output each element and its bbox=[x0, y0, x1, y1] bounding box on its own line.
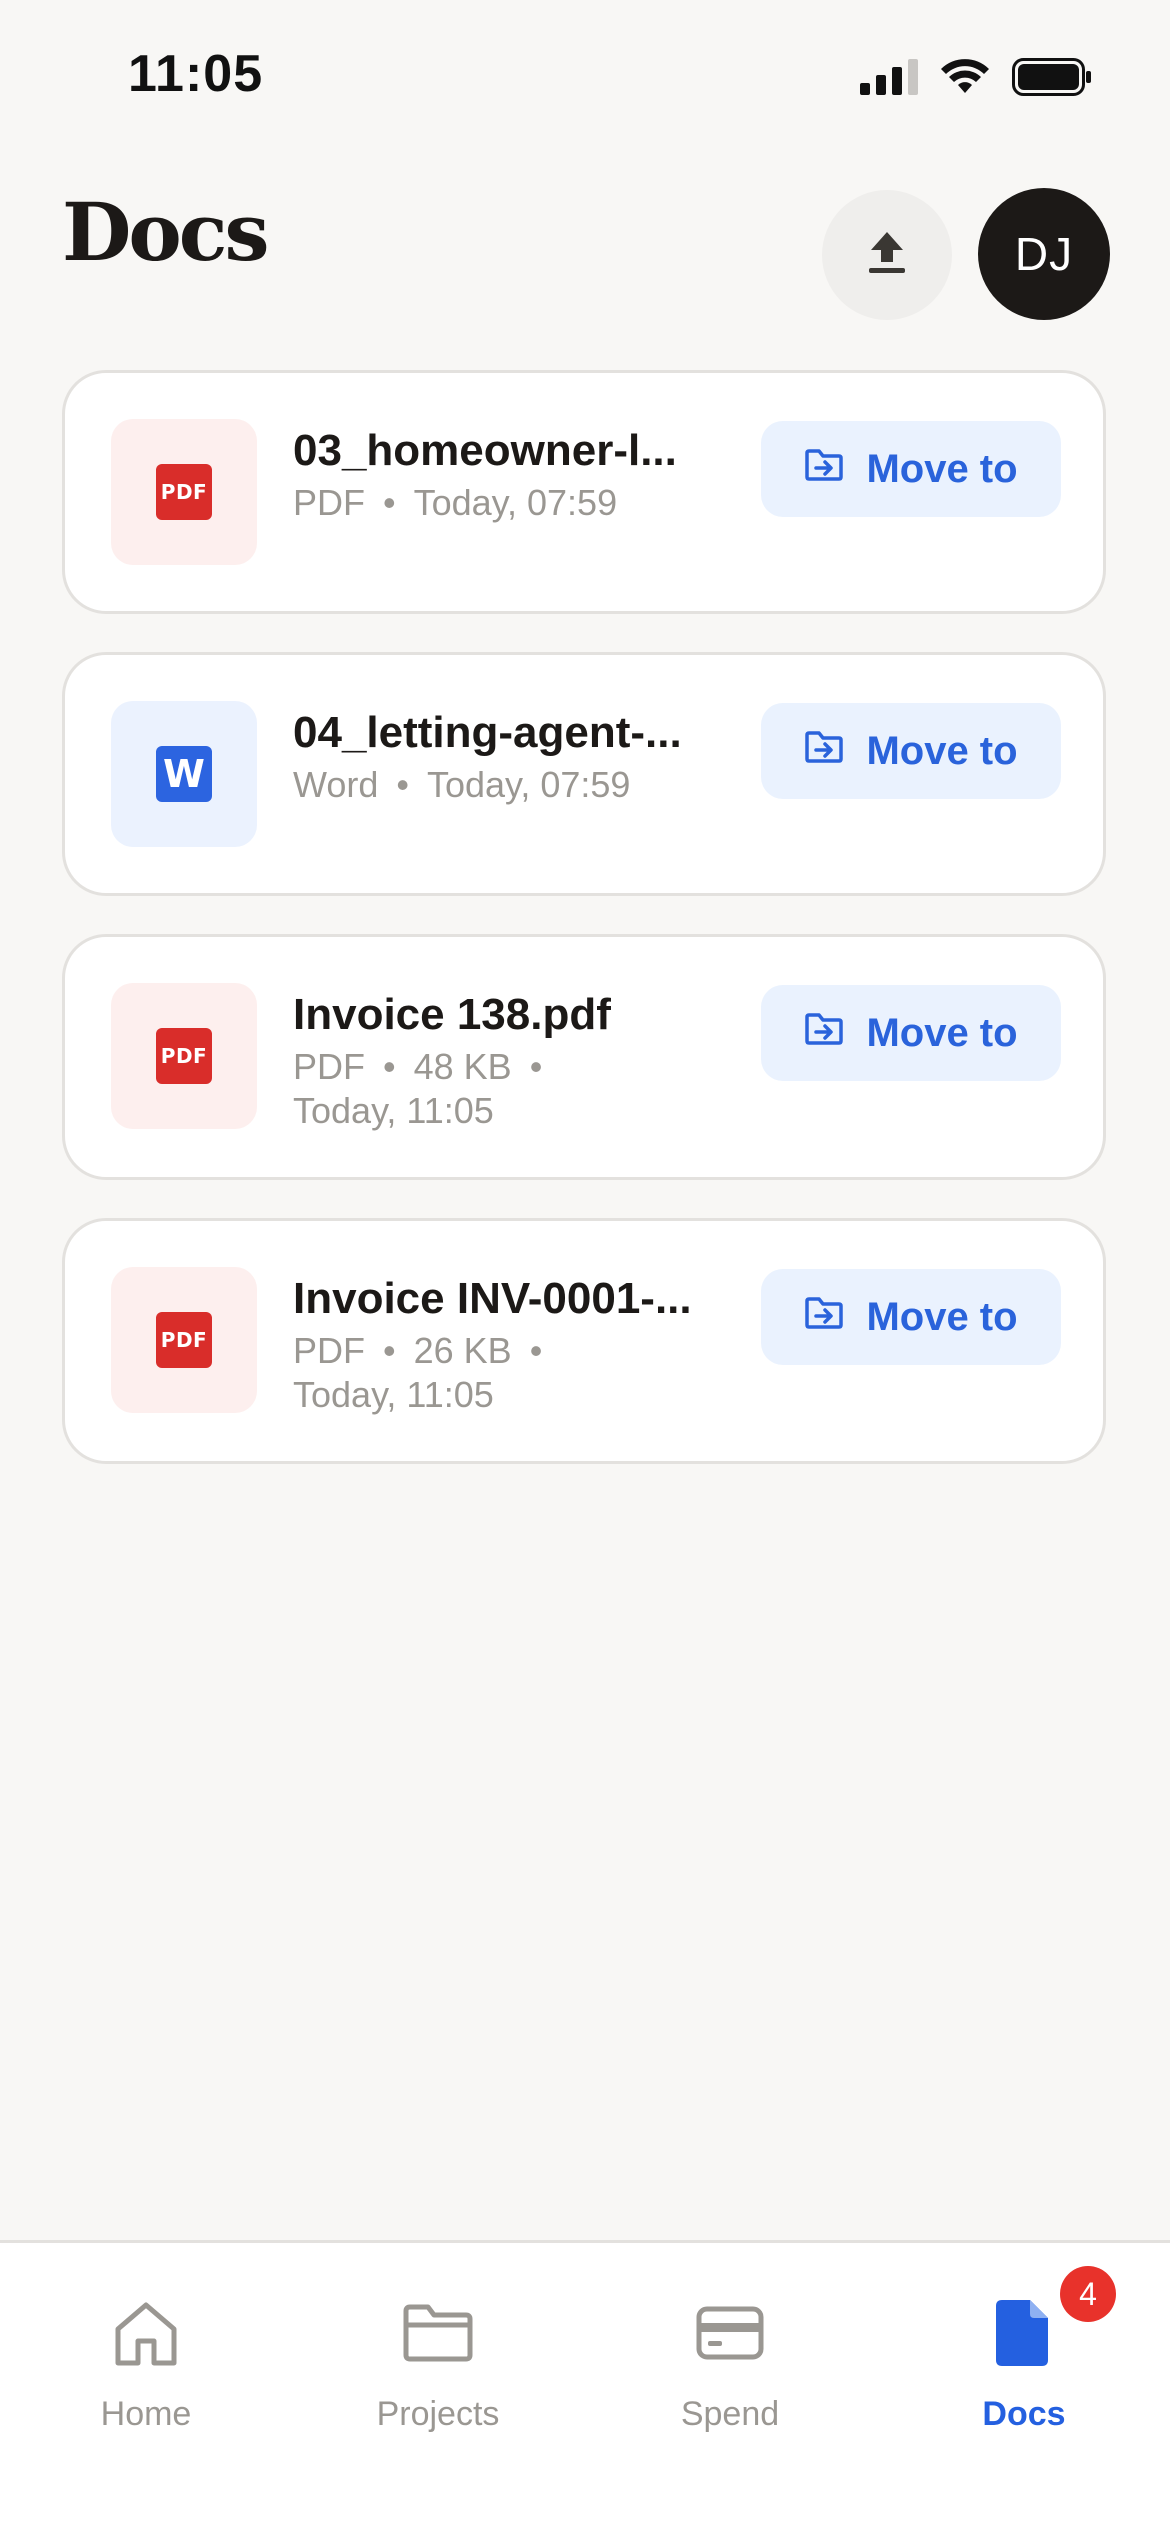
tab-spend[interactable]: Spend bbox=[610, 2293, 850, 2434]
meta-separator: • bbox=[529, 1330, 543, 1371]
move-to-button[interactable]: Move to bbox=[761, 703, 1061, 799]
move-to-label: Move to bbox=[866, 728, 1018, 773]
bottom-tab-bar: Home Projects Spend Docs bbox=[0, 2240, 1170, 2532]
status-bar: 11:05 bbox=[0, 0, 1170, 150]
document-name: 03_homeowner-l... bbox=[293, 426, 677, 475]
document-meta: Word • Today, 07:59 bbox=[293, 763, 733, 807]
folder-icon bbox=[398, 2293, 478, 2373]
document-info: Invoice INV-0001-... PDF • 26 KB • Today, 11… bbox=[293, 1271, 733, 1417]
document-type: PDF bbox=[293, 1330, 365, 1371]
document-meta: PDF • 26 KB • Today, 11:05 bbox=[293, 1329, 733, 1417]
document-meta: PDF • 48 KB • Today, 11:05 bbox=[293, 1045, 733, 1133]
document-type: PDF bbox=[293, 1046, 365, 1087]
tab-projects[interactable]: Projects bbox=[318, 2293, 558, 2434]
home-icon bbox=[106, 2293, 186, 2373]
upload-button[interactable] bbox=[822, 190, 952, 320]
document-name: 04_letting-agent-... bbox=[293, 708, 682, 757]
tab-home-label: Home bbox=[100, 2395, 192, 2433]
document-info: 03_homeowner-l... PDF • Today, 07:59 bbox=[293, 423, 733, 525]
meta-separator: • bbox=[529, 1046, 543, 1087]
meta-separator: • bbox=[383, 1330, 396, 1371]
document-card[interactable]: PDF Invoice 138.pdf PDF • 48 KB • Today, 11:… bbox=[62, 934, 1106, 1180]
status-icons bbox=[860, 58, 1092, 101]
document-thumbnail: PDF bbox=[111, 1267, 257, 1413]
document-card[interactable]: W 04_letting-agent-... Word • Today, 07:59… bbox=[62, 652, 1106, 896]
document-meta: PDF • Today, 07:59 bbox=[293, 481, 733, 525]
avatar[interactable]: DJ bbox=[978, 188, 1110, 320]
meta-separator: • bbox=[396, 764, 409, 805]
pdf-file-icon: PDF bbox=[156, 464, 212, 520]
folder-move-icon bbox=[804, 1011, 844, 1056]
document-info: Invoice 138.pdf PDF • 48 KB • Today, 11:05 bbox=[293, 987, 733, 1133]
document-info: 04_letting-agent-... Word • Today, 07:59 bbox=[293, 705, 733, 807]
folder-move-icon bbox=[804, 729, 844, 774]
tab-home[interactable]: Home bbox=[26, 2293, 266, 2434]
status-time: 11:05 bbox=[128, 45, 264, 103]
tab-spend-label: Spend bbox=[680, 2395, 780, 2433]
folder-move-icon bbox=[804, 447, 844, 492]
folder-move-icon bbox=[804, 1295, 844, 1340]
move-to-button[interactable]: Move to bbox=[761, 421, 1061, 517]
document-icon bbox=[984, 2293, 1064, 2373]
docs-badge: 4 bbox=[1060, 2266, 1116, 2322]
document-date: Today, 11:05 bbox=[293, 1374, 494, 1415]
tab-projects-label: Projects bbox=[376, 2395, 500, 2433]
document-size: 26 KB bbox=[413, 1330, 512, 1371]
document-thumbnail: W bbox=[111, 701, 257, 847]
document-thumbnail: PDF bbox=[111, 419, 257, 565]
tab-docs[interactable]: Docs bbox=[904, 2293, 1144, 2434]
move-to-label: Move to bbox=[866, 1294, 1018, 1339]
document-card[interactable]: PDF Invoice INV-0001-... PDF • 26 KB • Today… bbox=[62, 1218, 1106, 1464]
document-name: Invoice INV-0001-... bbox=[293, 1274, 692, 1323]
battery-icon bbox=[1012, 58, 1092, 101]
word-file-icon: W bbox=[156, 746, 212, 802]
document-name: Invoice 138.pdf bbox=[293, 990, 611, 1039]
card-icon bbox=[690, 2293, 770, 2373]
cellular-signal-icon bbox=[860, 59, 918, 100]
document-type: Word bbox=[293, 764, 379, 805]
document-date: Today, 11:05 bbox=[293, 1090, 494, 1131]
move-to-label: Move to bbox=[866, 1010, 1018, 1055]
meta-separator: • bbox=[383, 482, 396, 523]
document-date: Today, 07:59 bbox=[413, 482, 618, 523]
move-to-label: Move to bbox=[866, 446, 1018, 491]
tab-docs-label: Docs bbox=[982, 2395, 1066, 2433]
move-to-button[interactable]: Move to bbox=[761, 1269, 1061, 1365]
move-to-button[interactable]: Move to bbox=[761, 985, 1061, 1081]
page-title: Docs bbox=[62, 185, 269, 279]
pdf-file-icon: PDF bbox=[156, 1028, 212, 1084]
document-date: Today, 07:59 bbox=[426, 764, 631, 805]
pdf-file-icon: PDF bbox=[156, 1312, 212, 1368]
upload-icon bbox=[867, 230, 907, 281]
document-type: PDF bbox=[293, 482, 365, 523]
wifi-icon bbox=[940, 59, 990, 100]
document-card[interactable]: PDF 03_homeowner-l... PDF • Today, 07:59 M… bbox=[62, 370, 1106, 614]
document-size: 48 KB bbox=[413, 1046, 512, 1087]
document-thumbnail: PDF bbox=[111, 983, 257, 1129]
meta-separator: • bbox=[383, 1046, 396, 1087]
